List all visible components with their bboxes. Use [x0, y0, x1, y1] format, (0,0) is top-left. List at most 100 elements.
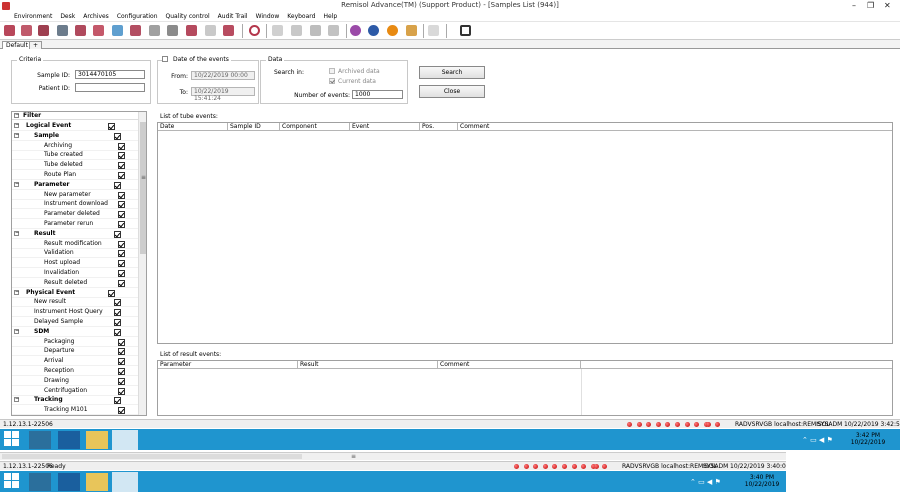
filter-item-checkbox[interactable] [114, 328, 121, 336]
lab-icon[interactable] [148, 24, 161, 37]
search-button[interactable]: Search [419, 66, 485, 79]
flask-icon[interactable] [327, 24, 340, 37]
tab-default[interactable]: Default [2, 41, 32, 49]
scroll-track[interactable] [2, 454, 302, 459]
filter-item-checkbox[interactable] [118, 387, 125, 395]
powershell-icon-second[interactable] [58, 473, 80, 491]
filter-item-checkbox[interactable] [114, 299, 121, 307]
filter-item-checkbox[interactable] [118, 260, 125, 268]
system-clock-second[interactable]: 3:40 PM 10/22/2019 [742, 474, 782, 488]
filter-item-checkbox[interactable] [118, 221, 125, 228]
filter-item-checkbox[interactable] [114, 309, 121, 317]
filter-item-checkbox[interactable] [118, 250, 125, 258]
horizontal-scrollbar[interactable]: ≡ [0, 452, 786, 460]
expand-collapse-icon[interactable]: − [14, 123, 19, 128]
pipette-icon[interactable] [166, 24, 179, 37]
filter-item-checkbox[interactable] [114, 181, 121, 189]
menu-environment[interactable]: Environment [0, 12, 56, 22]
reagent-icon[interactable] [309, 24, 322, 37]
restore-button[interactable]: ❐ [867, 1, 874, 10]
result-events-grid[interactable]: Parameter Result Comment [157, 360, 893, 416]
file-explorer-icon[interactable] [86, 431, 108, 449]
tube-events-grid[interactable]: Date Sample ID Component Event Pos. Comm… [157, 122, 893, 344]
tubes-icon[interactable] [3, 24, 16, 37]
filter-item-checkbox[interactable] [114, 319, 121, 326]
archive-box-icon[interactable] [74, 24, 87, 37]
info-icon[interactable] [367, 24, 380, 37]
route-icon[interactable] [185, 24, 198, 37]
expand-collapse-icon[interactable]: − [14, 132, 19, 138]
filter-item-checkbox[interactable] [118, 348, 125, 356]
filter-item-checkbox[interactable] [114, 132, 121, 140]
col-comment[interactable]: Comment [458, 123, 894, 131]
patient-icon[interactable] [37, 24, 50, 37]
sample-icon[interactable] [20, 24, 33, 37]
windows-start-icon[interactable] [4, 431, 20, 447]
menu-archives[interactable]: Archives [79, 12, 113, 22]
menu-help[interactable]: Help [319, 12, 341, 22]
minimize-button[interactable]: – [852, 1, 856, 10]
expand-collapse-icon[interactable]: − [14, 397, 19, 403]
rack-icon[interactable] [92, 24, 105, 37]
menu-configuration[interactable]: Configuration [113, 12, 162, 22]
user-icon[interactable] [427, 24, 440, 37]
filter-item-checkbox[interactable] [118, 407, 125, 415]
expand-collapse-icon[interactable]: − [14, 181, 19, 187]
filter-item-checkbox[interactable] [118, 152, 125, 160]
tray-icon[interactable] [129, 24, 142, 37]
sample-id-field[interactable]: 3014470105 [75, 70, 145, 79]
col-sample-id[interactable]: Sample ID [228, 123, 280, 131]
stop-icon[interactable] [386, 24, 399, 37]
clock-icon[interactable] [248, 24, 261, 37]
filter-item-checkbox[interactable] [118, 240, 125, 248]
filter-item-checkbox[interactable] [108, 123, 115, 130]
filter-scrollbar[interactable]: ≡ [138, 112, 146, 415]
menu-desk[interactable]: Desk [56, 12, 79, 22]
dashboard-icon[interactable] [459, 24, 472, 37]
document-icon[interactable] [222, 24, 235, 37]
filter-item-checkbox[interactable] [118, 358, 125, 366]
chat-icon[interactable] [204, 24, 217, 37]
expand-collapse-icon[interactable]: − [14, 289, 19, 295]
col-result[interactable]: Result [298, 361, 438, 369]
filter-collapse-icon[interactable]: − [14, 113, 19, 118]
camera-icon[interactable] [405, 24, 418, 37]
filter-item-checkbox[interactable] [118, 191, 125, 199]
archived-data-checkbox[interactable] [329, 68, 335, 74]
current-data-checkbox[interactable] [329, 78, 335, 84]
filter-item-checkbox[interactable] [118, 270, 125, 277]
filter-scroll-thumb[interactable] [140, 122, 146, 254]
filter-item-checkbox[interactable] [118, 142, 125, 150]
close-button-form[interactable]: Close [419, 85, 485, 98]
filter-item-checkbox[interactable] [118, 211, 125, 219]
file-explorer-icon-second[interactable] [86, 473, 108, 491]
remisol-app-icon-second[interactable] [112, 472, 138, 492]
server-manager-icon[interactable] [29, 431, 51, 449]
number-of-events-field[interactable]: 1000 [352, 90, 403, 99]
filter-item-checkbox[interactable] [114, 230, 121, 238]
col-parameter[interactable]: Parameter [158, 361, 298, 369]
patient-id-field[interactable] [75, 83, 145, 92]
remisol-app-icon[interactable] [112, 430, 138, 450]
menu-quality-control[interactable]: Quality control [162, 12, 214, 22]
col-result-comment[interactable]: Comment [438, 361, 581, 369]
powershell-icon[interactable] [58, 431, 80, 449]
col-date[interactable]: Date [158, 123, 228, 131]
filter-item-checkbox[interactable] [108, 289, 115, 297]
system-clock[interactable]: 3:42 PM 10/22/2019 [848, 432, 888, 446]
book-icon[interactable] [111, 24, 124, 37]
print-icon[interactable] [56, 24, 69, 37]
menu-keyboard[interactable]: Keyboard [283, 12, 319, 22]
expand-collapse-icon[interactable]: − [14, 328, 19, 334]
menu-audit-trail[interactable]: Audit Trail [214, 12, 252, 22]
bottle-icon[interactable] [271, 24, 284, 37]
bottle2-icon[interactable] [290, 24, 303, 37]
expand-collapse-icon[interactable]: − [14, 230, 19, 236]
server-manager-icon-second[interactable] [29, 473, 51, 491]
filter-item-checkbox[interactable] [118, 279, 125, 287]
filter-item-checkbox[interactable] [118, 201, 125, 209]
filter-item-checkbox[interactable] [118, 368, 125, 375]
menu-window[interactable]: Window [252, 12, 284, 22]
tray-icons-second[interactable]: ⌃ ▭ ◀ ⚑ [690, 478, 721, 486]
close-button[interactable]: ✕ [884, 1, 891, 10]
